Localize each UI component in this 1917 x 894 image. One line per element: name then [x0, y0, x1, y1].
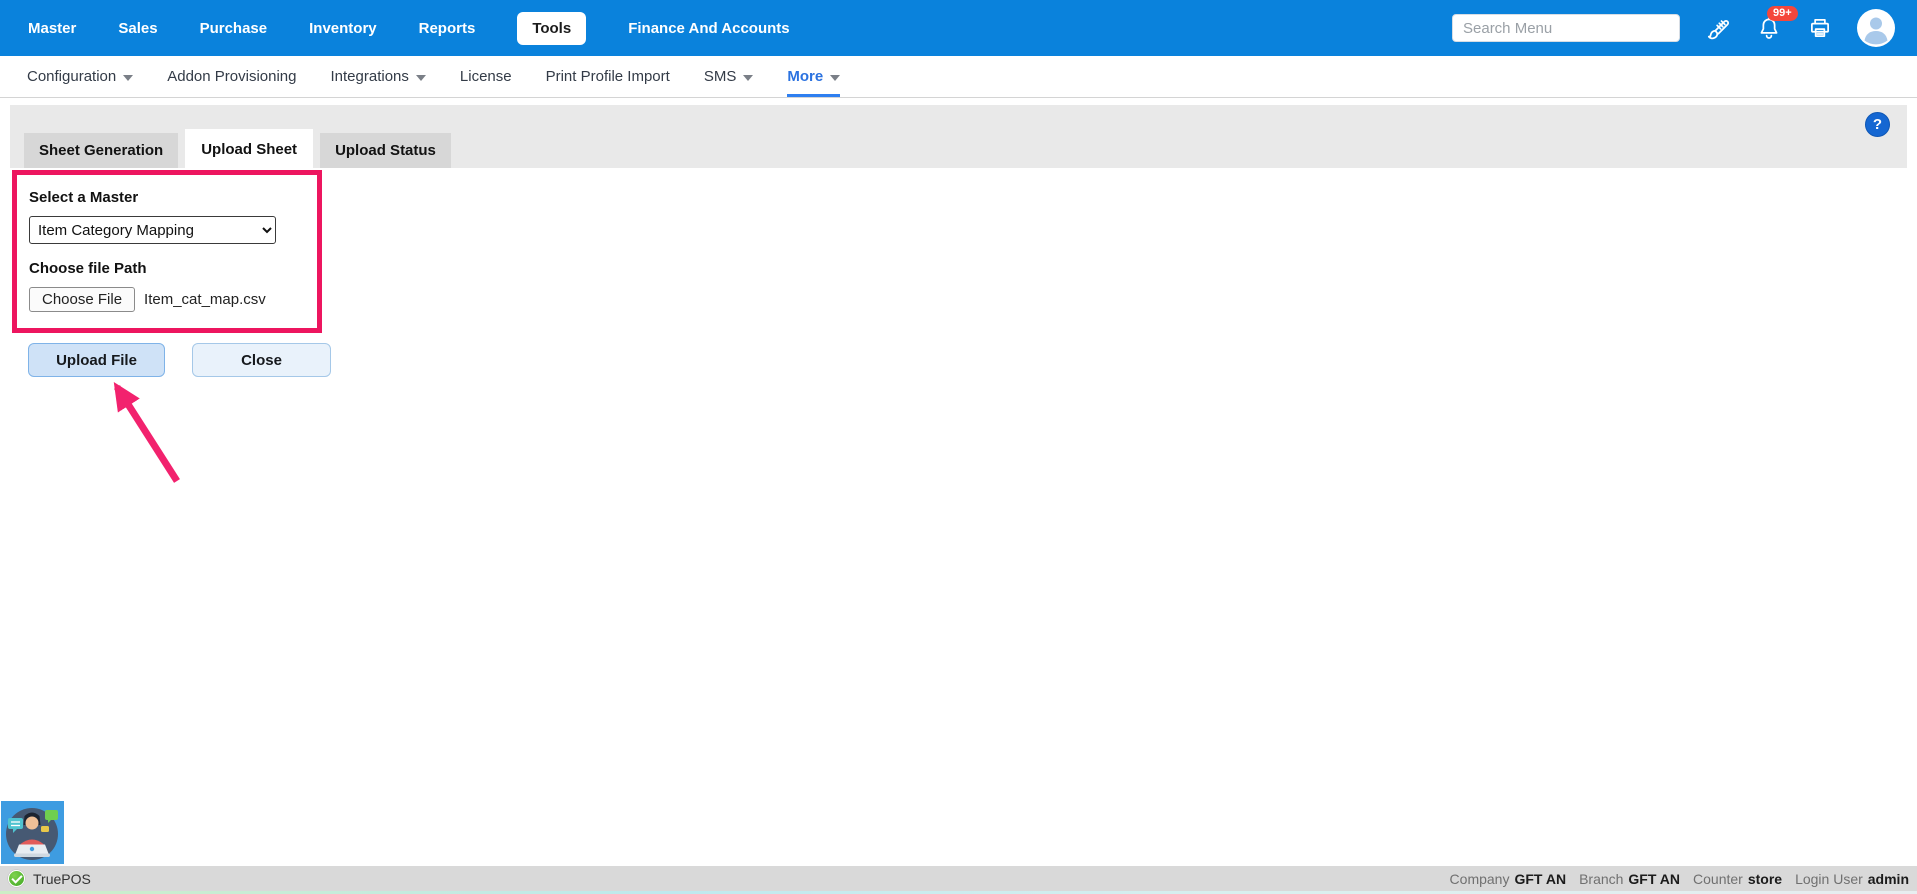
- choose-file-path-label: Choose file Path: [29, 260, 147, 277]
- main-menu: Master Sales Purchase Inventory Reports …: [28, 11, 790, 45]
- bottom-status-bar: TruePOS Company GFT AN Branch GFT AN Cou…: [0, 866, 1917, 891]
- menu-item-reports[interactable]: Reports: [419, 20, 476, 37]
- search-menu-input[interactable]: [1452, 14, 1680, 42]
- paint-brush-icon[interactable]: [1704, 15, 1731, 42]
- subnav-item-label: Print Profile Import: [545, 68, 670, 85]
- subnav-item-more-active[interactable]: More: [787, 56, 841, 97]
- caret-down-icon: [415, 74, 426, 81]
- printer-icon[interactable]: [1806, 15, 1833, 42]
- menu-item-master[interactable]: Master: [28, 20, 76, 37]
- subnav-item-label: More: [787, 68, 824, 85]
- topbar-right-cluster: 99+: [1452, 5, 1895, 47]
- sheet-tabs: Sheet Generation Upload Sheet Upload Sta…: [24, 129, 451, 168]
- subnav-item-label: Integrations: [330, 68, 409, 85]
- connection-status-check-icon: [8, 870, 25, 887]
- menu-item-sales[interactable]: Sales: [118, 20, 157, 37]
- close-button[interactable]: Close: [192, 343, 331, 377]
- subnav-item-print-profile-import[interactable]: Print Profile Import: [546, 56, 670, 97]
- subnav-item-label: SMS: [703, 68, 737, 85]
- tab-sheet-generation[interactable]: Sheet Generation: [24, 133, 179, 168]
- app-name: TruePOS: [33, 870, 91, 887]
- sheet-upload-panel-header: ? Sheet Generation Upload Sheet Upload S…: [10, 105, 1907, 168]
- menu-item-tools-active[interactable]: Tools: [517, 11, 587, 45]
- branch-value: GFT AN: [1628, 870, 1681, 887]
- top-navigation-bar: Master Sales Purchase Inventory Reports …: [0, 0, 1917, 56]
- notifications-bell-icon[interactable]: 99+: [1755, 5, 1798, 42]
- subnav-item-addon-provisioning[interactable]: Addon Provisioning: [167, 56, 296, 97]
- subnav-item-label: Configuration: [27, 68, 117, 85]
- login-user-value: admin: [1867, 870, 1909, 887]
- subnav-item-label: Addon Provisioning: [167, 68, 297, 85]
- caret-down-icon: [830, 74, 841, 81]
- upload-file-button[interactable]: Upload File: [28, 343, 165, 377]
- file-input-row: Choose File Item_cat_map.csv: [29, 287, 305, 312]
- login-user-label: Login User: [1795, 870, 1863, 887]
- counter-value: store: [1747, 870, 1783, 887]
- counter-label: Counter: [1693, 870, 1743, 887]
- branch-info: Branch GFT AN: [1579, 871, 1680, 887]
- menu-item-finance-and-accounts[interactable]: Finance And Accounts: [628, 20, 789, 37]
- notification-count-badge: 99+: [1767, 5, 1798, 21]
- user-avatar[interactable]: [1857, 9, 1895, 47]
- selected-file-name: Item_cat_map.csv: [144, 291, 266, 308]
- session-info: Company GFT AN Branch GFT AN Counter sto…: [1450, 871, 1909, 887]
- select-master-label: Select a Master: [29, 189, 139, 206]
- form-action-buttons: Upload File Close: [28, 343, 1917, 377]
- caret-down-icon: [743, 74, 754, 81]
- subnav-item-integrations[interactable]: Integrations: [331, 56, 426, 97]
- caret-down-icon: [123, 74, 134, 81]
- company-info: Company GFT AN: [1450, 871, 1567, 887]
- choose-file-button[interactable]: Choose File: [29, 287, 136, 312]
- master-select-dropdown[interactable]: Item Category Mapping: [29, 216, 276, 244]
- upload-form-annotation-box: Select a Master Item Category Mapping Ch…: [12, 170, 322, 333]
- branch-label: Branch: [1579, 870, 1624, 887]
- subnav-item-configuration[interactable]: Configuration: [27, 56, 134, 97]
- company-value: GFT AN: [1514, 870, 1567, 887]
- counter-info: Counter store: [1693, 871, 1782, 887]
- help-button[interactable]: ?: [1865, 112, 1890, 137]
- support-chat-widget[interactable]: [1, 801, 64, 864]
- subnav-item-sms[interactable]: SMS: [704, 56, 754, 97]
- subnav-item-label: License: [459, 68, 512, 85]
- menu-item-purchase[interactable]: Purchase: [200, 20, 268, 37]
- arrow-annotation: [113, 381, 180, 483]
- login-user-info: Login User admin: [1795, 871, 1909, 887]
- company-label: Company: [1449, 870, 1510, 887]
- tab-upload-sheet-active[interactable]: Upload Sheet: [185, 129, 314, 168]
- tools-sub-navigation: Configuration Addon Provisioning Integra…: [0, 56, 1917, 98]
- menu-item-inventory[interactable]: Inventory: [309, 20, 377, 37]
- tab-upload-status[interactable]: Upload Status: [320, 133, 451, 168]
- subnav-item-license[interactable]: License: [460, 56, 512, 97]
